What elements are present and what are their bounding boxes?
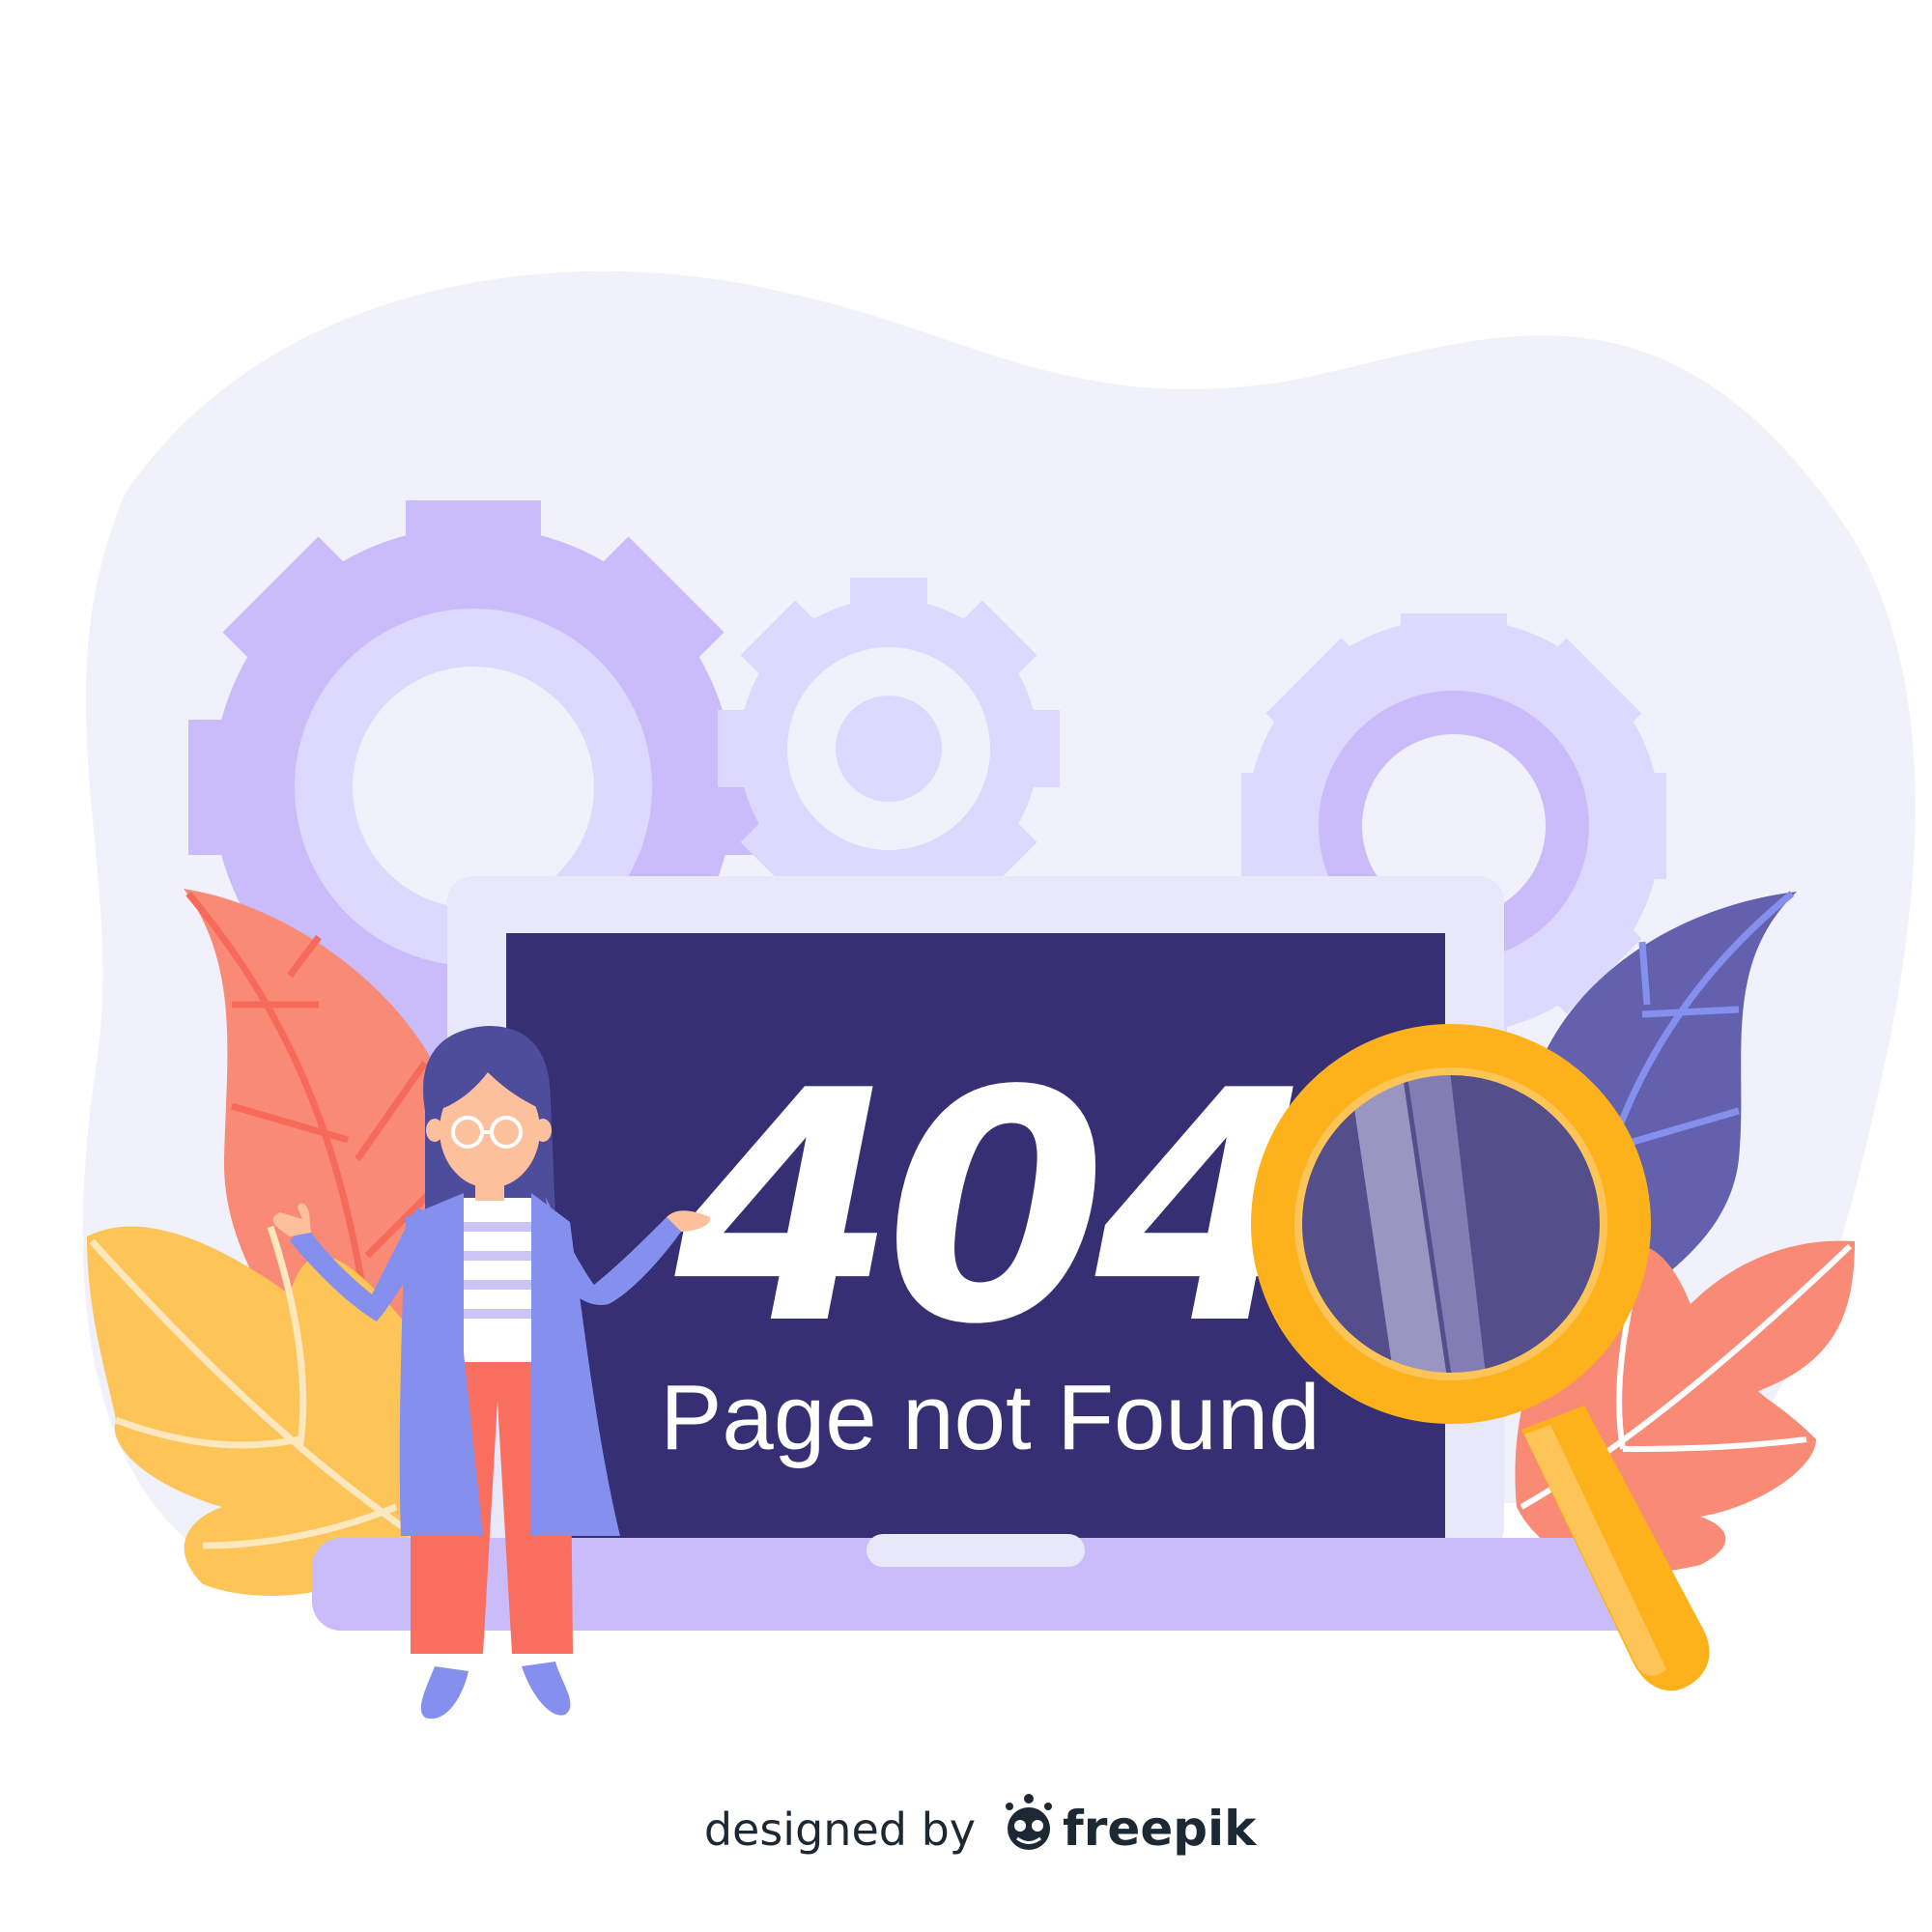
illustration-404: 404 Page not Found designed by freepik [82, 270, 1916, 1857]
error-message: Page not Found [660, 1366, 1320, 1469]
trackpad-notch [867, 1534, 1085, 1567]
credit-prefix: designed by [704, 1804, 976, 1856]
freepik-credit: designed by freepik [704, 1794, 1258, 1857]
credit-brand: freepik [1063, 1801, 1258, 1857]
gear-icon [718, 578, 1060, 920]
freepik-logo-icon [1006, 1794, 1052, 1850]
error-code: 404 [669, 1023, 1305, 1394]
